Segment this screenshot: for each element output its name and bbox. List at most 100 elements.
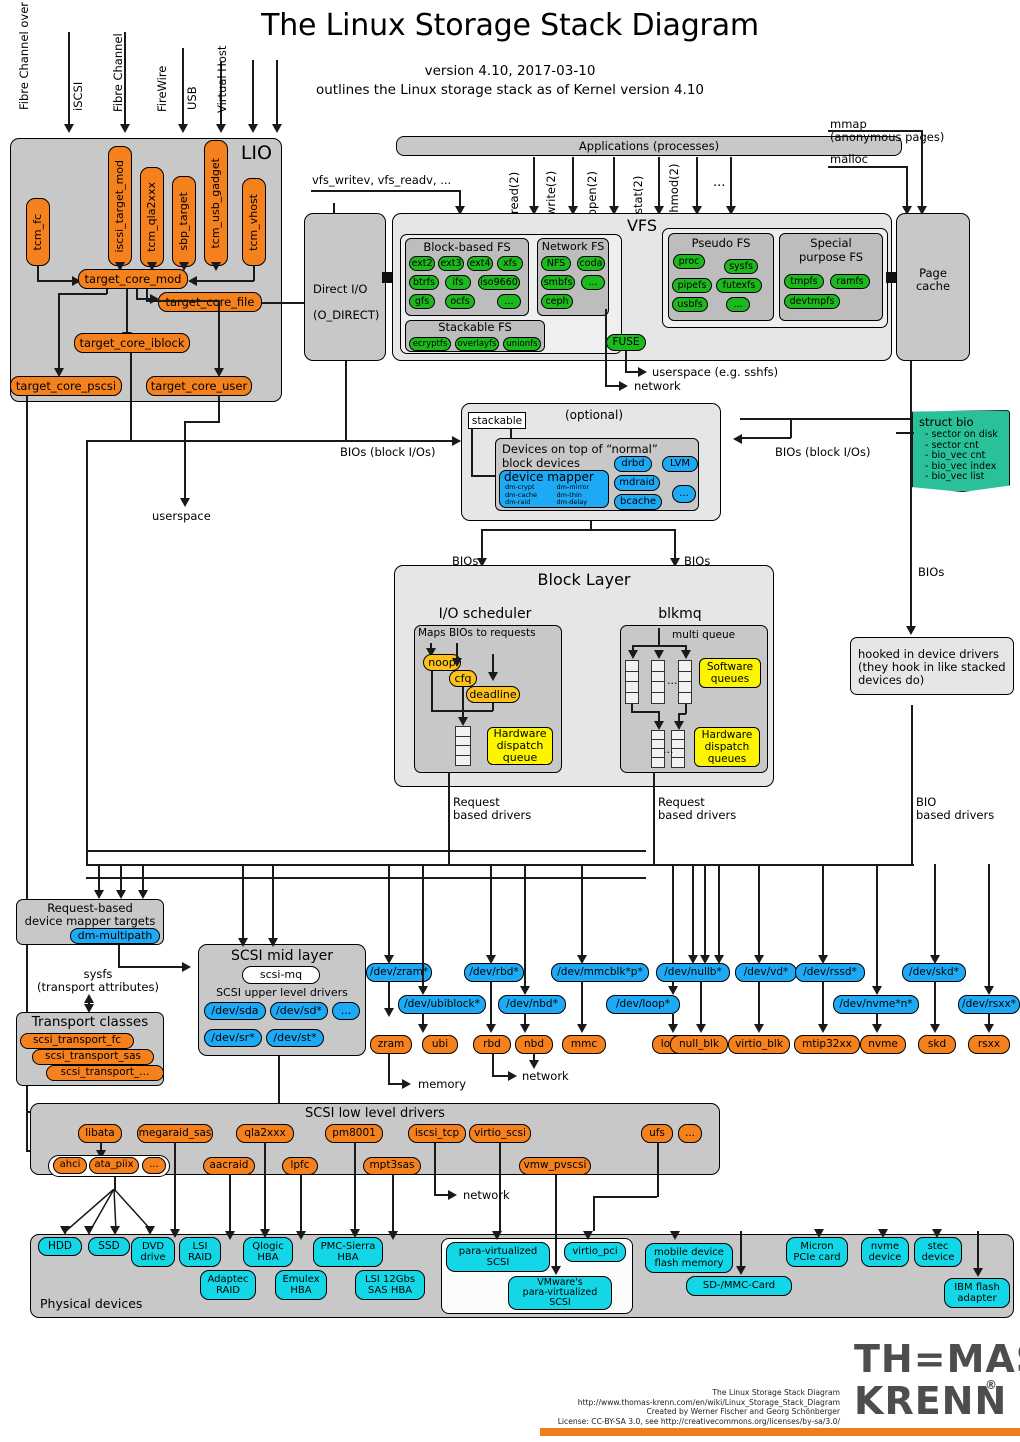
driver-rsxx[interactable]: rsxx bbox=[968, 1035, 1010, 1054]
bd-ellipsis[interactable]: ... bbox=[672, 485, 696, 503]
fs-ifs[interactable]: ifs bbox=[445, 275, 471, 290]
lio-fabric-tcm-fc[interactable]: tcm_fc bbox=[26, 198, 50, 266]
fs-smbfs[interactable]: smbfs bbox=[541, 275, 575, 290]
dev-node-loop[interactable]: /dev/loop* bbox=[606, 995, 680, 1014]
device-mapper-box[interactable]: device mapper dm-crypt dm-mirror dm-cach… bbox=[499, 470, 609, 508]
fs-ramfs[interactable]: ramfs bbox=[830, 274, 870, 289]
sched-cfq[interactable]: cfq bbox=[449, 670, 477, 687]
dev-node-nvme[interactable]: /dev/nvme*n* bbox=[833, 995, 919, 1014]
fs-tmpfs[interactable]: tmpfs bbox=[784, 274, 824, 289]
fs-sysfs[interactable]: sysfs bbox=[724, 259, 758, 274]
dev-sda[interactable]: /dev/sda bbox=[204, 1002, 266, 1020]
phys-pmc-sierra-hba[interactable]: PMC-Sierra HBA bbox=[313, 1237, 383, 1267]
dev-node-nullb[interactable]: /dev/nullb* bbox=[656, 963, 730, 982]
transport-scsi-sas[interactable]: scsi_transport_sas bbox=[32, 1049, 154, 1065]
fs-xfs[interactable]: xfs bbox=[497, 256, 523, 271]
dev-node-vd[interactable]: /dev/vd* bbox=[735, 963, 797, 982]
lio-fabric-tcm-qla2xxx[interactable]: tcm_qla2xxx bbox=[140, 167, 164, 267]
dev-node-ubiblock[interactable]: /dev/ubiblock* bbox=[398, 995, 486, 1014]
driver-nbd[interactable]: nbd bbox=[515, 1035, 553, 1054]
driver-nvme[interactable]: nvme bbox=[860, 1035, 906, 1054]
lio-fabric-tcm-usb-gadget[interactable]: tcm_usb_gadget bbox=[204, 140, 228, 266]
phys-virtio-pci[interactable]: virtio_pci bbox=[564, 1242, 626, 1262]
phys-sd-mmc-card[interactable]: SD-/MMC-Card bbox=[686, 1276, 792, 1296]
dev-node-rbd[interactable]: /dev/rbd* bbox=[464, 963, 524, 982]
lio-target-core-mod[interactable]: target_core_mod bbox=[78, 269, 188, 289]
phys-hdd[interactable]: HDD bbox=[38, 1237, 82, 1256]
dev-scsi-ellipsis[interactable]: ... bbox=[332, 1002, 360, 1020]
dev-node-rsxx[interactable]: /dev/rsxx* bbox=[958, 995, 1020, 1014]
phys-nvme-device[interactable]: nvme device bbox=[861, 1237, 909, 1267]
fs-ceph[interactable]: ceph bbox=[541, 294, 573, 309]
lld-ata-ellipsis[interactable]: ... bbox=[142, 1157, 166, 1174]
lld-ata-piix[interactable]: ata_piix bbox=[89, 1157, 139, 1174]
fs-unionfs[interactable]: unionfs bbox=[503, 337, 541, 351]
dev-node-rssd[interactable]: /dev/rssd* bbox=[795, 963, 865, 982]
scsi-mq[interactable]: scsi-mq bbox=[242, 966, 320, 984]
phys-adaptec-raid[interactable]: Adaptec RAID bbox=[200, 1270, 256, 1300]
dev-st-star[interactable]: /dev/st* bbox=[266, 1029, 324, 1047]
driver-virtio-blk[interactable]: virtio_blk bbox=[728, 1035, 790, 1054]
bd-bcache[interactable]: bcache bbox=[614, 494, 662, 510]
phys-micron-pcie[interactable]: Micron PCIe card bbox=[786, 1237, 848, 1267]
fs-ocfs[interactable]: ocfs bbox=[445, 294, 475, 309]
fs-ext2[interactable]: ext2 bbox=[409, 256, 435, 271]
fs-iso9660[interactable]: iso9660 bbox=[478, 275, 520, 290]
fs-proc[interactable]: proc bbox=[673, 254, 705, 269]
lio-fabric-sbp-target[interactable]: sbp_target bbox=[172, 176, 196, 267]
transport-scsi-other[interactable]: scsi_transport_... bbox=[46, 1065, 164, 1081]
phys-lsi-12gbs-sas-hba[interactable]: LSI 12Gbs SAS HBA bbox=[355, 1270, 425, 1300]
dev-sd-star[interactable]: /dev/sd* bbox=[270, 1002, 328, 1020]
phys-stec-device[interactable]: stec device bbox=[914, 1237, 962, 1267]
fs-nfs[interactable]: NFS bbox=[541, 256, 571, 271]
sched-deadline[interactable]: deadline bbox=[466, 686, 520, 703]
lld-ahci[interactable]: ahci bbox=[53, 1157, 87, 1174]
fs-gfs[interactable]: gfs bbox=[409, 294, 435, 309]
dev-node-skd[interactable]: /dev/skd* bbox=[902, 963, 966, 982]
lld-libata[interactable]: libata bbox=[78, 1124, 122, 1143]
lld-iscsi-tcp[interactable]: iscsi_tcp bbox=[408, 1124, 466, 1143]
lld-aacraid[interactable]: aacraid bbox=[203, 1157, 255, 1175]
fs-pipefs[interactable]: pipefs bbox=[672, 278, 712, 293]
fs-devtmpfs[interactable]: devtmpfs bbox=[784, 294, 840, 309]
phys-mobile-flash[interactable]: mobile device flash memory bbox=[645, 1243, 733, 1273]
lld-virtio-scsi[interactable]: virtio_scsi bbox=[469, 1124, 531, 1143]
dev-node-mmcblk[interactable]: /dev/mmcblk*p* bbox=[551, 963, 649, 982]
driver-mmc[interactable]: mmc bbox=[562, 1035, 606, 1054]
driver-mtip32xx[interactable]: mtip32xx bbox=[794, 1035, 860, 1054]
lld-pm8001[interactable]: pm8001 bbox=[325, 1124, 383, 1143]
bd-mdraid[interactable]: mdraid bbox=[614, 475, 660, 491]
lio-fabric-iscsi-target-mod[interactable]: iscsi_target_mod bbox=[108, 146, 132, 266]
lio-target-core-file[interactable]: target_core_file bbox=[158, 292, 262, 312]
driver-zram[interactable]: zram bbox=[370, 1035, 412, 1054]
lld-lpfc[interactable]: lpfc bbox=[282, 1157, 318, 1175]
lld-ufs[interactable]: ufs bbox=[641, 1124, 673, 1143]
dm-multipath[interactable]: dm-multipath bbox=[70, 928, 160, 944]
lld-megaraid-sas[interactable]: megaraid_sas bbox=[137, 1124, 213, 1143]
fs-block-ellipsis[interactable]: ... bbox=[497, 294, 521, 309]
driver-rbd[interactable]: rbd bbox=[473, 1035, 511, 1054]
lio-fabric-tcm-vhost[interactable]: tcm_vhost bbox=[242, 178, 266, 266]
lio-target-core-iblock[interactable]: target_core_iblock bbox=[74, 333, 190, 353]
lld-ellipsis[interactable]: ... bbox=[678, 1124, 702, 1143]
lld-mpt3sas[interactable]: mpt3sas bbox=[363, 1157, 421, 1175]
fs-overlayfs[interactable]: overlayfs bbox=[455, 337, 499, 351]
fs-usbfs[interactable]: usbfs bbox=[672, 297, 708, 312]
phys-para-virtualized-scsi[interactable]: para-virtualized SCSI bbox=[446, 1242, 550, 1272]
lio-target-core-pscsi[interactable]: target_core_pscsi bbox=[10, 376, 122, 396]
driver-null-blk[interactable]: null_blk bbox=[670, 1035, 728, 1054]
transport-scsi-fc[interactable]: scsi_transport_fc bbox=[20, 1033, 134, 1049]
fs-fuse[interactable]: FUSE bbox=[606, 334, 646, 351]
fs-pseudo-ellipsis[interactable]: ... bbox=[726, 297, 750, 312]
phys-ibm-flash-adapter[interactable]: IBM flash adapter bbox=[944, 1278, 1010, 1308]
bd-lvm[interactable]: LVM bbox=[662, 456, 698, 472]
fs-ext3[interactable]: ext3 bbox=[438, 256, 464, 271]
phys-ssd[interactable]: SSD bbox=[88, 1237, 130, 1256]
fs-ecryptfs[interactable]: ecryptfs bbox=[409, 337, 451, 351]
dev-sr-star[interactable]: /dev/sr* bbox=[204, 1029, 262, 1047]
fs-futexfs[interactable]: futexfs bbox=[716, 278, 762, 293]
phys-emulex-hba[interactable]: Emulex HBA bbox=[275, 1270, 327, 1300]
lld-vmw-pvscsi[interactable]: vmw_pvscsi bbox=[519, 1157, 591, 1175]
dev-node-nbd[interactable]: /dev/nbd* bbox=[498, 995, 566, 1014]
fs-coda[interactable]: coda bbox=[577, 256, 605, 271]
